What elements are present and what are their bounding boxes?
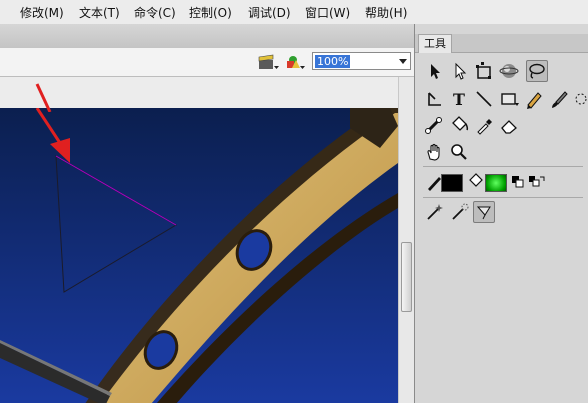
zoom-value: 100% — [315, 55, 351, 68]
free-transform-tool-icon[interactable] — [473, 60, 495, 82]
text-tool-glyph: T — [453, 90, 465, 109]
fill-color-swatch[interactable] — [485, 174, 507, 192]
paint-bucket-tool-icon[interactable] — [448, 114, 470, 136]
menu-window[interactable]: 窗口(W) — [305, 4, 350, 21]
stroke-color-swatch[interactable] — [441, 174, 463, 192]
menu-control[interactable]: 控制(O) — [189, 4, 232, 21]
lasso-tool-icon[interactable] — [526, 60, 548, 82]
menu-debug[interactable]: 调试(D) — [248, 4, 291, 21]
menu-commands[interactable]: 命令(C) — [134, 4, 176, 21]
vertical-scrollbar[interactable] — [398, 77, 414, 403]
subselection-tool-icon[interactable] — [448, 60, 470, 82]
polygon-mode-icon[interactable] — [448, 201, 470, 223]
zoom-tool-icon[interactable] — [448, 141, 470, 163]
scrollbar-thumb[interactable] — [401, 242, 412, 312]
annotation-arrow-top — [35, 83, 52, 112]
zoom-select[interactable]: 100% — [312, 52, 411, 70]
menu-help[interactable]: 帮助(H) — [365, 4, 407, 21]
pencil-tool-icon[interactable] — [523, 88, 545, 110]
line-tool-icon[interactable] — [473, 88, 495, 110]
menu-modify[interactable]: 修改(M) — [20, 4, 64, 21]
text-tool-icon[interactable]: T — [448, 88, 470, 110]
pen-tool-icon[interactable] — [423, 88, 445, 110]
rectangle-tool-icon[interactable] — [498, 88, 520, 110]
lasso-options-icon[interactable] — [473, 201, 495, 223]
chevron-down-icon[interactable] — [399, 59, 407, 64]
eraser-tool-icon[interactable] — [498, 114, 520, 136]
eyedropper-tool-icon[interactable] — [473, 114, 495, 136]
tools-panel-title[interactable]: 工具 — [418, 34, 452, 53]
options-separator — [423, 197, 583, 198]
hand-tool-icon[interactable] — [423, 141, 445, 163]
stage-canvas[interactable] — [0, 108, 398, 403]
swap-colors-icon[interactable] — [526, 171, 548, 193]
document-tab-row — [0, 24, 415, 49]
3d-rotation-tool-icon[interactable] — [498, 60, 520, 82]
shapes-icon[interactable] — [284, 54, 305, 70]
magic-wand-icon[interactable] — [423, 201, 445, 223]
bone-tool-icon[interactable] — [423, 114, 445, 136]
selection-tool-icon[interactable] — [423, 60, 445, 82]
tools-panel-header: 工具 — [415, 34, 588, 53]
tools-panel: 工具 T — [415, 24, 588, 403]
menu-text[interactable]: 文本(T) — [79, 4, 120, 21]
deco-tool-icon[interactable] — [573, 88, 588, 110]
fill-bucket-icon — [465, 171, 487, 193]
tools-separator — [423, 166, 583, 167]
clapperboard-icon[interactable] — [258, 54, 279, 70]
brush-tool-icon[interactable] — [548, 88, 570, 110]
menu-bar: 修改(M) 文本(T) 命令(C) 控制(O) 调试(D) 窗口(W) 帮助(H… — [0, 0, 588, 24]
